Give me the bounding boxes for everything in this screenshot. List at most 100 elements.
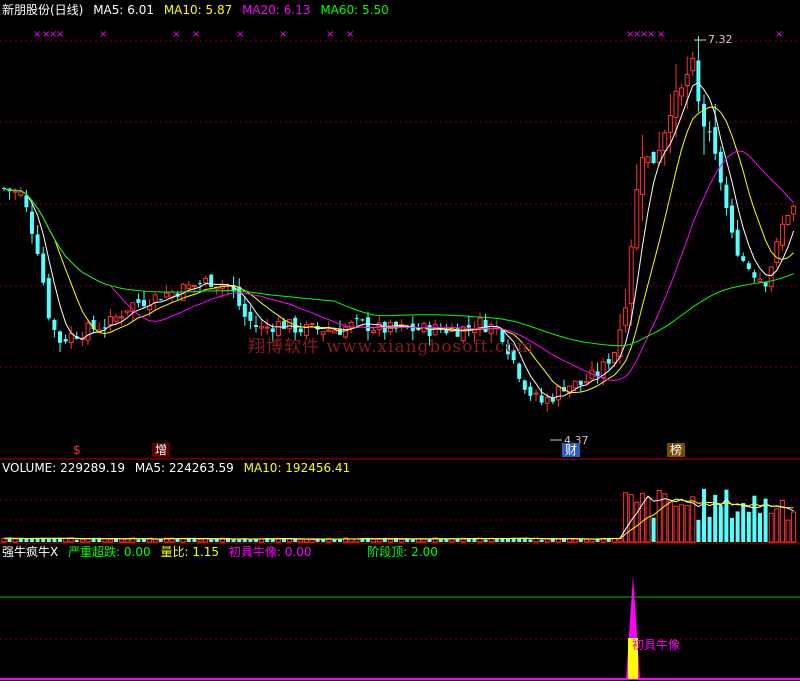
event-tag-finance[interactable]: 财	[562, 443, 581, 457]
candle	[572, 380, 578, 393]
candle	[41, 246, 46, 286]
volume-bar	[399, 538, 405, 543]
volume-bar	[713, 494, 718, 542]
volume-panel-header: VOLUME: 229289.19 MA5: 224263.59 MA10: 1…	[2, 461, 356, 475]
volume-bar	[438, 539, 443, 542]
volume-bar	[702, 488, 706, 542]
candle	[219, 279, 225, 298]
candle	[254, 315, 258, 333]
volume-bar	[544, 538, 550, 543]
candle	[483, 313, 488, 333]
ma60-line	[3, 188, 794, 347]
candle	[63, 334, 68, 344]
volume-bar	[303, 538, 309, 543]
svg-text:×: ×	[775, 29, 783, 40]
volume-bar	[248, 539, 253, 542]
volume-label: VOLUME: 229289.19	[2, 461, 125, 475]
price-panel-header: 新朋股份(日线) MA5: 6.01 MA10: 5.87 MA20: 6.13…	[2, 3, 395, 17]
volume-bar	[696, 519, 701, 542]
candle	[623, 288, 629, 333]
volume-bar	[735, 511, 740, 542]
event-tag-increase[interactable]: 增	[152, 443, 171, 457]
candle	[209, 273, 214, 288]
candle	[107, 309, 113, 331]
volume-bar	[12, 538, 18, 543]
candle	[595, 362, 600, 384]
candle	[522, 379, 527, 394]
volume-bar	[79, 538, 85, 543]
candle	[158, 298, 163, 301]
volume-bar	[237, 539, 242, 542]
volume-bar	[583, 538, 589, 543]
volume-bar	[667, 499, 673, 543]
volume-bar	[730, 517, 734, 542]
volume-bar	[136, 539, 141, 542]
ma5-label: MA5: 6.01	[93, 3, 154, 17]
candle	[651, 151, 656, 164]
volume-bar	[746, 511, 751, 542]
svg-text:×: ×	[172, 29, 180, 40]
volume-bar	[651, 517, 656, 542]
volume-bar	[107, 538, 113, 543]
volume-bar	[142, 539, 146, 542]
candle	[91, 315, 96, 334]
svg-text:×: ×	[647, 29, 655, 40]
volume-bar	[768, 512, 774, 543]
volume-bar	[231, 539, 236, 542]
candle	[707, 121, 712, 142]
volume-bar	[18, 538, 23, 542]
ma20-label: MA20: 6.13	[242, 3, 311, 17]
event-tag-ranking[interactable]: 榜	[667, 443, 686, 457]
candle	[394, 320, 398, 333]
volume-bar	[494, 539, 499, 542]
candle	[58, 330, 62, 352]
svg-text:×: ×	[346, 29, 354, 40]
candle	[746, 260, 751, 271]
volume-bar	[293, 539, 298, 542]
volume-bar	[517, 538, 522, 542]
candle	[741, 252, 746, 263]
volume-ratio-label: 量比: 1.15	[160, 545, 220, 559]
candle	[702, 94, 706, 155]
volume-bar	[483, 539, 488, 542]
candle	[152, 292, 158, 311]
svg-text:×: ×	[56, 29, 64, 40]
volume-bar	[209, 539, 214, 542]
candle	[186, 281, 192, 290]
volume-ma5-label: MA5: 224263.59	[134, 461, 234, 475]
candle	[713, 103, 718, 161]
svg-text:×: ×	[33, 29, 41, 40]
candle	[68, 326, 74, 349]
volume-bar	[214, 539, 219, 542]
volume-bar	[119, 538, 125, 543]
severe-drop-label: 严重超跌: 0.00	[68, 545, 151, 559]
candle	[757, 272, 763, 284]
candle	[735, 220, 740, 257]
event-tag-dividend[interactable]: $	[70, 443, 84, 457]
volume-bar	[455, 538, 460, 542]
svg-text:×: ×	[326, 29, 334, 40]
indicator-name: 强牛疯牛X	[2, 545, 59, 559]
ma60-label: MA60: 5.50	[320, 3, 389, 17]
candle	[242, 296, 247, 326]
watermark: 翔博软件 www.xiangbosoft.com	[248, 337, 534, 357]
volume-bar	[679, 504, 685, 543]
volume-bar	[528, 539, 533, 542]
stock-title: 新朋股份(日线)	[2, 3, 84, 17]
svg-text:×: ×	[236, 29, 244, 40]
candle	[768, 266, 774, 293]
volume-bar	[410, 539, 415, 542]
candle	[583, 374, 589, 384]
volume-bar	[656, 489, 662, 543]
volume-bar	[539, 539, 544, 542]
spike-label: 初具牛像	[632, 638, 681, 652]
candle	[779, 215, 785, 251]
ma10-label: MA10: 5.87	[163, 3, 233, 17]
svg-text:×: ×	[657, 29, 665, 40]
candle	[724, 176, 729, 216]
volume-bar	[684, 504, 690, 543]
volume-bar	[578, 539, 583, 542]
candle	[248, 305, 253, 330]
volume-bar	[74, 539, 79, 542]
candle	[550, 393, 555, 404]
